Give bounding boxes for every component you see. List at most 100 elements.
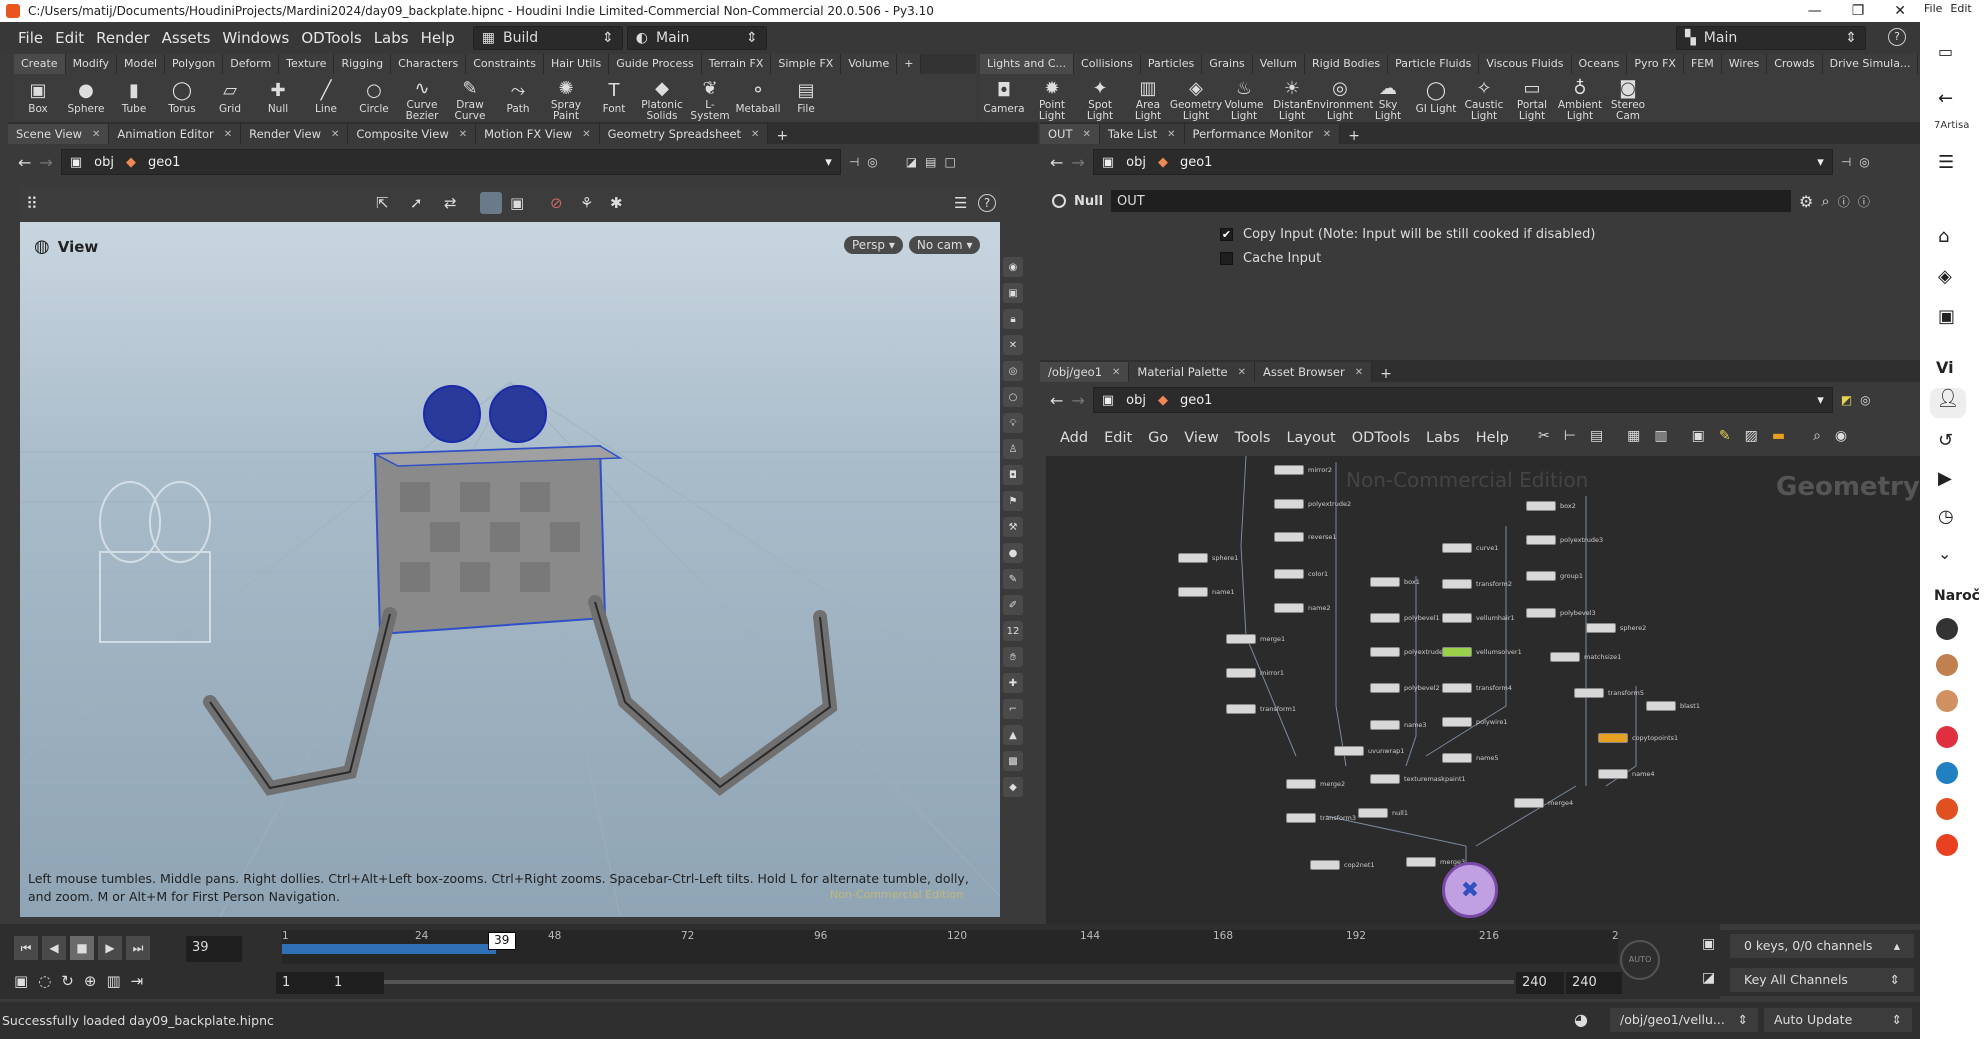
shelf-tool-ambient-light[interactable]: ♁ Ambient Light <box>1556 74 1604 122</box>
network-node-polyextrude1[interactable]: polyextrude1 <box>1370 646 1447 658</box>
desktop-select[interactable]: ▦ Build ⇕ <box>472 26 623 50</box>
shelf-tab-hair-utils[interactable]: Hair Utils <box>543 54 610 74</box>
transform-tool-icon[interactable]: ⇄ <box>444 194 457 212</box>
close-icon[interactable]: ✕ <box>1323 129 1331 140</box>
side-tool-pick[interactable]: ✎ <box>1003 569 1023 589</box>
wrench-icon[interactable]: ✂ <box>1538 428 1550 444</box>
pane-tab-composite-view[interactable]: Composite View ✕ <box>348 124 477 144</box>
display-options-icon[interactable]: ☰ <box>954 194 967 212</box>
pin-icon[interactable]: ⊣ <box>1841 155 1851 169</box>
fullscreen-icon[interactable]: □ <box>944 155 955 169</box>
shelf-tab-characters[interactable]: Characters <box>391 54 467 74</box>
side-tool-guide[interactable]: ✚ <box>1003 673 1023 693</box>
gear-icon[interactable]: ⚙ <box>1799 192 1813 211</box>
shelf-tab-wires[interactable]: Wires <box>1721 54 1768 74</box>
shelf-tool-circle[interactable]: ○ Circle <box>350 74 398 122</box>
node-body[interactable] <box>1226 704 1256 714</box>
shelf-tab-vellum[interactable]: Vellum <box>1252 54 1306 74</box>
clock-icon[interactable]: ◷ <box>1938 506 1954 527</box>
menu-help[interactable]: Help <box>421 29 455 47</box>
pane-tab--obj-geo1[interactable]: /obj/geo1 ✕ <box>1040 362 1130 382</box>
crumb-obj[interactable]: obj <box>1126 393 1146 408</box>
select-tool-icon[interactable]: ⇱ <box>376 194 389 212</box>
pane-tab-motion-fx-view[interactable]: Motion FX View ✕ <box>476 124 600 144</box>
out-node-selected[interactable]: ✖ <box>1442 862 1498 918</box>
shelf-tool-metaball[interactable]: ⚬ Metaball <box>734 74 782 122</box>
persp-menu[interactable]: Persp ▾ <box>844 236 903 254</box>
shelf-tool-draw-curve[interactable]: ✎ Draw Curve <box>446 74 494 122</box>
shelf-tab-collisions[interactable]: Collisions <box>1074 54 1141 74</box>
side-tool-ortho[interactable]: ⌐ <box>1003 699 1023 719</box>
side-tool-template[interactable]: ⚑ <box>1003 491 1023 511</box>
channel-avatar-1[interactable] <box>1936 618 1958 640</box>
keys-channels-field[interactable]: 0 keys, 0/0 channels ▴ <box>1730 934 1914 958</box>
chat-icon[interactable]: ◕ <box>1574 1010 1588 1029</box>
node-body[interactable] <box>1370 719 1400 730</box>
target-icon[interactable]: ⊕ <box>84 972 97 990</box>
node-body[interactable] <box>1574 688 1604 699</box>
side-tool-cam[interactable]: ▣ <box>1003 283 1023 303</box>
close-icon[interactable]: ✕ <box>1238 367 1246 378</box>
shelf-tab-deform[interactable]: Deform <box>223 54 280 74</box>
add-tab-icon[interactable]: + <box>768 128 796 144</box>
workspace-select[interactable]: ◐ Main ⇕ <box>626 26 767 50</box>
shelf-tool-point-light[interactable]: ✹ Point Light <box>1028 74 1076 122</box>
snap-icon[interactable]: ⚘ <box>580 194 593 212</box>
range-slider[interactable] <box>384 980 1514 984</box>
network-node-polyextrude2[interactable]: polyextrude2 <box>1274 498 1351 510</box>
side-tool-checker[interactable]: ▩ <box>1003 751 1023 771</box>
crumb-obj[interactable]: obj <box>1126 155 1146 170</box>
timeline-playhead[interactable]: 39 <box>487 932 516 950</box>
box-icon[interactable]: ▬ <box>1772 428 1785 444</box>
channel-avatar-6[interactable] <box>1936 798 1958 820</box>
shelf-tool-area-light[interactable]: ▥ Area Light <box>1124 74 1172 122</box>
node-body[interactable] <box>1286 813 1316 824</box>
forward-arrow-icon[interactable]: → <box>39 153 52 172</box>
pane-tab-geometry-spreadsheet[interactable]: Geometry Spreadsheet ✕ <box>599 124 769 144</box>
menu-icon[interactable]: ☰ <box>1938 152 1954 173</box>
network-node-box1[interactable]: box1 <box>1370 576 1420 588</box>
play-icon[interactable]: ▶ <box>98 936 122 960</box>
network-node-curve1[interactable]: curve1 <box>1442 542 1498 554</box>
node-body[interactable] <box>1286 779 1316 790</box>
network-node-transform2[interactable]: transform2 <box>1442 578 1512 590</box>
shelf-tool-platonic-solids[interactable]: ◆ Platonic Solids <box>638 74 686 122</box>
pane-tab-scene-view[interactable]: Scene View ✕ <box>8 124 110 144</box>
net-menu-labs[interactable]: Labs <box>1426 430 1460 446</box>
shelf-tool-torus[interactable]: ◯ Torus <box>158 74 206 122</box>
network-node-uvunwrap1[interactable]: uvunwrap1 <box>1334 745 1404 757</box>
menu-odtools[interactable]: ODTools <box>301 29 361 47</box>
status-path-select[interactable]: /obj/geo1/vellu... ⇕ <box>1610 1008 1758 1032</box>
shelf-tab-grains[interactable]: Grains <box>1202 54 1253 74</box>
side-tool-diamond[interactable]: ◆ <box>1003 777 1023 797</box>
shelf-tool-spray-paint[interactable]: ✺ Spray Paint <box>542 74 590 122</box>
pin-icon[interactable]: ◩ <box>1841 393 1852 407</box>
network-node-name1[interactable]: name1 <box>1178 586 1235 598</box>
range-end-field[interactable]: 240 <box>1516 972 1564 994</box>
node-body[interactable] <box>1442 753 1472 764</box>
tab-icon[interactable]: ▭ <box>1938 42 1953 61</box>
shelf-tool-stereo-cam[interactable]: ◙ Stereo Cam <box>1604 74 1652 122</box>
close-icon[interactable]: ✕ <box>92 129 100 140</box>
channel-avatar-5[interactable] <box>1936 762 1958 784</box>
close-icon[interactable]: ✕ <box>1894 0 1906 22</box>
shelf-tool-environment-light[interactable]: ◎ Environment Light <box>1306 74 1373 122</box>
light-icon[interactable]: 💡︎ <box>1003 413 1023 433</box>
shelf-tab-simple-fx[interactable]: Simple FX <box>771 54 842 74</box>
node-body[interactable] <box>1526 535 1556 545</box>
home-icon[interactable]: ⌂ <box>1938 226 1949 247</box>
grid-icon[interactable]: ▦ <box>1627 428 1640 444</box>
grid-dots-icon[interactable]: ⠿ <box>26 194 38 213</box>
net-menu-view[interactable]: View <box>1184 430 1218 446</box>
net-menu-help[interactable]: Help <box>1476 430 1509 446</box>
menu-render[interactable]: Render <box>96 29 149 47</box>
shelf-tab-pyro-fx[interactable]: Pyro FX <box>1627 54 1684 74</box>
node-body[interactable] <box>1358 808 1388 818</box>
shelf-tab-rigid-bodies[interactable]: Rigid Bodies <box>1305 54 1389 74</box>
shelf-tab-oceans[interactable]: Oceans <box>1571 54 1628 74</box>
network-node-box2[interactable]: box2 <box>1526 500 1576 512</box>
channel-avatar-2[interactable] <box>1936 654 1958 676</box>
node-body[interactable] <box>1442 683 1472 694</box>
forward-arrow-icon[interactable]: → <box>1071 153 1084 172</box>
range-end2-field[interactable]: 240 <box>1566 972 1622 994</box>
